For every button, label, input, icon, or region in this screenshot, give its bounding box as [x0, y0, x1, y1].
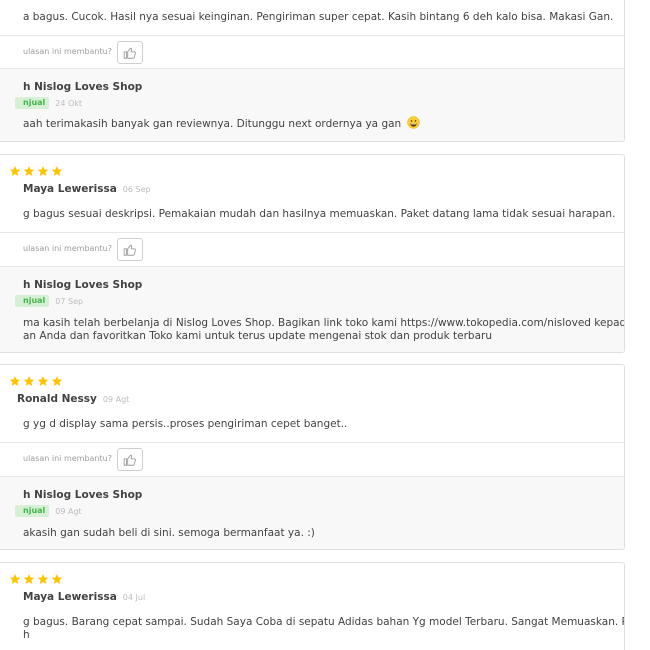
seller-badge: njual: [15, 505, 50, 517]
star-icon: [23, 166, 35, 176]
seller-name: h Nislog Loves Shop: [23, 279, 143, 291]
helpful-question: ulasan ini membantu?: [23, 244, 112, 253]
reply-text: akasih gan sudah beli di sini. semoga be…: [23, 527, 315, 539]
review-text: g bagus sesuai deskripsi. Pemakaian muda…: [23, 208, 616, 220]
star-icon: [9, 376, 21, 386]
review-date: 09 Agt: [102, 395, 130, 404]
seller-reply: h Nislog Loves Shop njual 09 Agt akasih …: [0, 476, 624, 549]
reply-date: 07 Sep: [55, 296, 84, 306]
review-text: g yg d display sama persis..proses pengi…: [23, 418, 348, 430]
star-icon: [37, 376, 49, 386]
helpful-row: ulasan ini membantu?: [0, 35, 624, 69]
reviewer-name[interactable]: Maya Lewerissa 04 Jul: [23, 591, 145, 603]
like-button[interactable]: [117, 41, 143, 64]
star-icon: [9, 166, 21, 176]
thumbs-up-icon: [123, 454, 136, 466]
review-date: 04 Jul: [122, 593, 146, 602]
helpful-question: ulasan ini membantu?: [23, 47, 112, 56]
review-card: Maya Lewerissa 04 Jul g bagus. Barang cep…: [0, 562, 625, 650]
thumbs-up-icon: [123, 244, 136, 256]
helpful-row: ulasan ini membantu?: [0, 232, 624, 266]
seller-name: h Nislog Loves Shop: [23, 81, 143, 93]
review-card: Ronald Nessy 09 Agt g yg d display sama p…: [0, 364, 625, 550]
like-button[interactable]: [117, 448, 143, 471]
star-icon: [51, 166, 63, 176]
like-button[interactable]: [117, 238, 143, 261]
star-icon: [37, 166, 49, 176]
seller-reply: h Nislog Loves Shop njual 07 Sep ma kasi…: [0, 266, 625, 352]
seller-badge: njual: [15, 295, 50, 307]
star-icon: [23, 376, 35, 386]
reply-text: ma kasih telah berbelanja di Nislog Love…: [23, 317, 625, 342]
review-card: Maya Lewerissa 06 Sep g bagus sesuai desk…: [0, 154, 625, 353]
thumbs-up-icon: [123, 47, 136, 59]
seller-badge: njual: [15, 97, 50, 109]
reply-date: 24 Okt: [55, 98, 83, 108]
star-icon: [37, 574, 49, 584]
star-icon: [9, 574, 21, 584]
reviewer-name[interactable]: Maya Lewerissa 06 Sep: [23, 183, 151, 195]
review-card: a bagus. Cucok. Hasil nya sesuai keingin…: [0, 0, 625, 142]
seller-reply: h Nislog Loves Shop njual 24 Okt aah ter…: [0, 68, 624, 141]
rating-stars: [9, 573, 63, 585]
star-icon: [23, 574, 35, 584]
helpful-row: ulasan ini membantu?: [0, 442, 624, 476]
reviewer-name[interactable]: Ronald Nessy 09 Agt: [17, 393, 129, 405]
review-text: a bagus. Cucok. Hasil nya sesuai keingin…: [23, 11, 614, 23]
star-icon: [51, 376, 63, 386]
reply-text: aah terimakasih banyak gan reviewnya. Di…: [23, 116, 420, 131]
reply-date: 09 Agt: [55, 506, 82, 516]
star-icon: [51, 574, 63, 584]
rating-stars: [9, 165, 63, 177]
review-text: g bagus. Barang cepat sampai. Sudah Saya…: [23, 616, 625, 641]
review-date: 06 Sep: [122, 185, 151, 194]
helpful-question: ulasan ini membantu?: [23, 454, 112, 463]
seller-name: h Nislog Loves Shop: [23, 489, 143, 501]
rating-stars: [9, 375, 63, 387]
grinning-face-icon: [406, 116, 420, 129]
